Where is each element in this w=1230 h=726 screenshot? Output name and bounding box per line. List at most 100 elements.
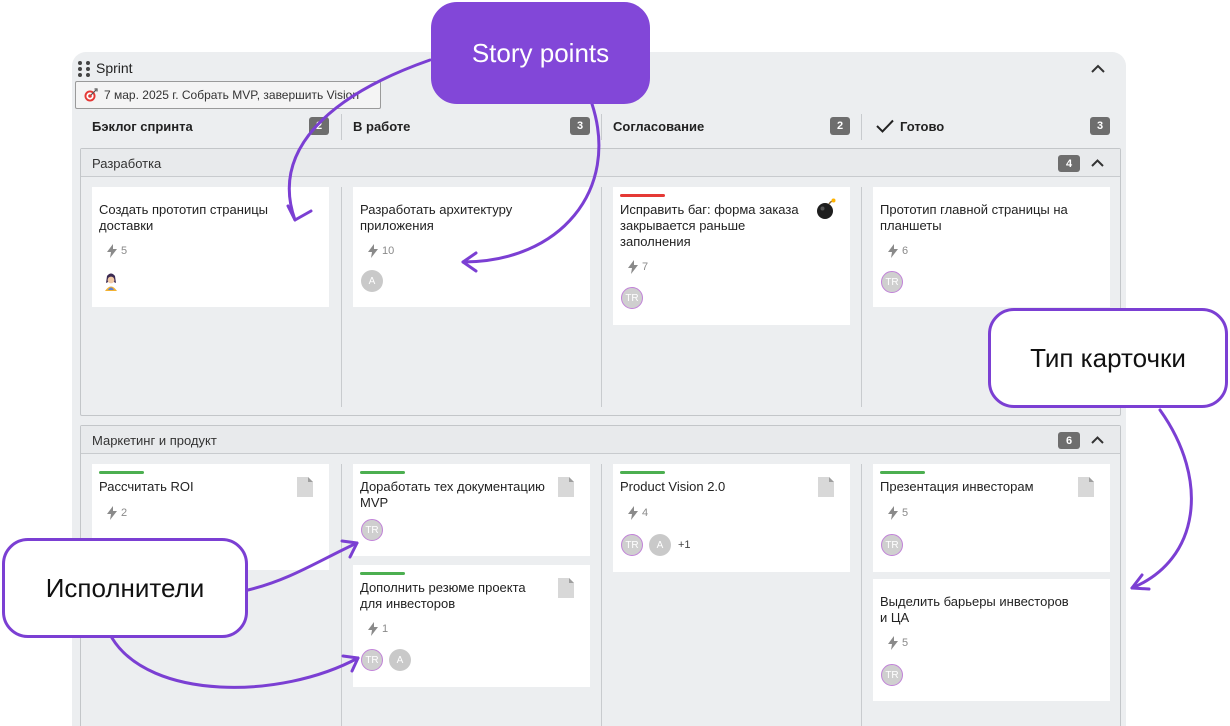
user-avatar[interactable]: TR bbox=[361, 649, 383, 671]
card-assignees: TR A +1 bbox=[621, 534, 691, 556]
column-name: Бэклог спринта bbox=[92, 118, 193, 134]
lightning-icon bbox=[888, 506, 898, 520]
story-points-value: 7 bbox=[642, 261, 649, 273]
story-points: 6 bbox=[888, 244, 908, 258]
document-icon bbox=[818, 477, 834, 497]
task-card[interactable]: Выделить барьеры инвесторов и ЦА 5 TR bbox=[873, 579, 1110, 701]
target-icon bbox=[84, 88, 98, 102]
user-avatar[interactable]: TR bbox=[881, 664, 903, 686]
arrow-card-type bbox=[1130, 408, 1193, 590]
card-type-stripe bbox=[360, 572, 405, 575]
card-type-stripe bbox=[880, 471, 925, 474]
user-avatar[interactable]: TR bbox=[361, 519, 383, 541]
story-points: 10 bbox=[368, 244, 394, 258]
column-count-badge: 3 bbox=[570, 117, 590, 135]
user-avatar[interactable]: TR bbox=[881, 271, 903, 293]
lightning-icon bbox=[628, 506, 638, 520]
card-title: Презентация инвесторам bbox=[880, 479, 1034, 494]
user-avatar[interactable]: TR bbox=[881, 534, 903, 556]
swimlane-count-badge: 4 bbox=[1058, 155, 1080, 172]
user-avatar[interactable]: TR bbox=[621, 534, 643, 556]
user-avatar[interactable]: A bbox=[389, 649, 411, 671]
column-header-in-progress[interactable]: В работе 3 bbox=[353, 114, 590, 138]
swimlane-collapse-button[interactable] bbox=[1088, 154, 1106, 172]
column-divider bbox=[601, 187, 602, 407]
card-assignees: TR bbox=[881, 664, 909, 686]
card-title: Прототип главной страницы на планшеты bbox=[880, 202, 1068, 233]
column-divider bbox=[861, 187, 862, 407]
column-header-done[interactable]: Готово 3 bbox=[876, 114, 1110, 138]
document-icon bbox=[558, 578, 574, 598]
swimlane-count-badge: 6 bbox=[1058, 432, 1080, 449]
column-header-review[interactable]: Согласование 2 bbox=[613, 114, 850, 138]
column-divider bbox=[601, 114, 602, 140]
user-photo-icon bbox=[105, 273, 117, 291]
chevron-up-icon bbox=[1090, 436, 1104, 444]
callout-assignees: Исполнители bbox=[2, 538, 248, 638]
story-points-value: 1 bbox=[382, 623, 389, 635]
callout-card-type: Тип карточки bbox=[988, 308, 1228, 408]
task-card[interactable]: Product Vision 2.0 4 TR A +1 bbox=[613, 464, 850, 572]
task-card[interactable]: Прототип главной страницы на планшеты 6 … bbox=[873, 187, 1110, 307]
board-collapse-button[interactable] bbox=[1088, 58, 1108, 78]
document-icon bbox=[558, 477, 574, 497]
task-card[interactable]: Создать прототип страницы доставки 5 bbox=[92, 187, 329, 307]
swimlane-header[interactable]: Разработка 4 bbox=[81, 149, 1120, 177]
column-count-badge: 2 bbox=[309, 117, 329, 135]
card-assignees: TR bbox=[881, 534, 909, 556]
story-points-value: 10 bbox=[382, 245, 395, 257]
card-assignees: A bbox=[361, 270, 389, 292]
story-points-value: 5 bbox=[902, 507, 909, 519]
user-avatar[interactable]: A bbox=[361, 270, 383, 292]
swimlane-header[interactable]: Маркетинг и продукт 6 bbox=[81, 426, 1120, 454]
task-card[interactable]: Дополнить резюме проекта для инвесторов … bbox=[353, 565, 590, 687]
card-title: Product Vision 2.0 bbox=[620, 479, 726, 494]
story-points-value: 6 bbox=[902, 245, 909, 257]
story-points: 5 bbox=[888, 636, 908, 650]
card-title: Доработать тех документацию MVP bbox=[360, 479, 545, 510]
lightning-icon bbox=[888, 636, 898, 650]
card-type-stripe bbox=[620, 471, 665, 474]
card-assignees: TR bbox=[881, 271, 909, 293]
board-header: Sprint bbox=[78, 58, 133, 78]
column-count-badge: 2 bbox=[830, 117, 850, 135]
story-points: 7 bbox=[628, 260, 648, 274]
lightning-icon bbox=[368, 622, 378, 636]
column-divider bbox=[861, 464, 862, 726]
lightning-icon bbox=[888, 244, 898, 258]
swimlane-title: Разработка bbox=[92, 156, 162, 171]
column-name: Готово bbox=[900, 118, 945, 134]
card-priority-stripe bbox=[620, 194, 665, 197]
story-points-value: 4 bbox=[642, 507, 649, 519]
column-divider bbox=[601, 464, 602, 726]
document-icon bbox=[297, 477, 313, 497]
card-assignees: TR bbox=[361, 519, 389, 541]
drag-handle-icon[interactable] bbox=[78, 61, 92, 77]
document-icon bbox=[1078, 477, 1094, 497]
story-points: 5 bbox=[107, 244, 127, 258]
sprint-goal-badge[interactable]: 7 мар. 2025 г. Собрать MVP, завершить Vi… bbox=[75, 81, 381, 109]
task-card[interactable]: Презентация инвесторам 5 TR bbox=[873, 464, 1110, 572]
user-avatar[interactable]: TR bbox=[621, 287, 643, 309]
task-card[interactable]: Исправить баг: форма заказа закрывается … bbox=[613, 187, 850, 325]
checkmark-icon bbox=[876, 119, 894, 133]
card-title: Исправить баг: форма заказа закрывается … bbox=[620, 202, 799, 249]
task-card[interactable]: Разработать архитектуру приложения 10 A bbox=[353, 187, 590, 307]
sprint-goal-text: 7 мар. 2025 г. Собрать MVP, завершить Vi… bbox=[104, 88, 360, 102]
swimlane-development: Разработка 4 Создать прототип страницы д… bbox=[80, 148, 1121, 416]
extra-assignees-count[interactable]: +1 bbox=[678, 539, 691, 551]
chevron-up-icon bbox=[1091, 64, 1105, 73]
swimlane-title: Маркетинг и продукт bbox=[92, 433, 217, 448]
user-avatar[interactable] bbox=[100, 271, 122, 293]
task-card[interactable]: Доработать тех документацию MVP TR bbox=[353, 464, 590, 556]
card-title: Дополнить резюме проекта для инвесторов bbox=[360, 580, 526, 611]
story-points: 5 bbox=[888, 506, 908, 520]
card-assignees: TR A bbox=[361, 649, 417, 671]
swimlane-collapse-button[interactable] bbox=[1088, 431, 1106, 449]
column-header-backlog[interactable]: Бэклог спринта 2 bbox=[92, 114, 329, 138]
column-divider bbox=[341, 114, 342, 140]
lightning-icon bbox=[368, 244, 378, 258]
user-avatar[interactable]: A bbox=[649, 534, 671, 556]
lightning-icon bbox=[628, 260, 638, 274]
story-points: 4 bbox=[628, 506, 648, 520]
